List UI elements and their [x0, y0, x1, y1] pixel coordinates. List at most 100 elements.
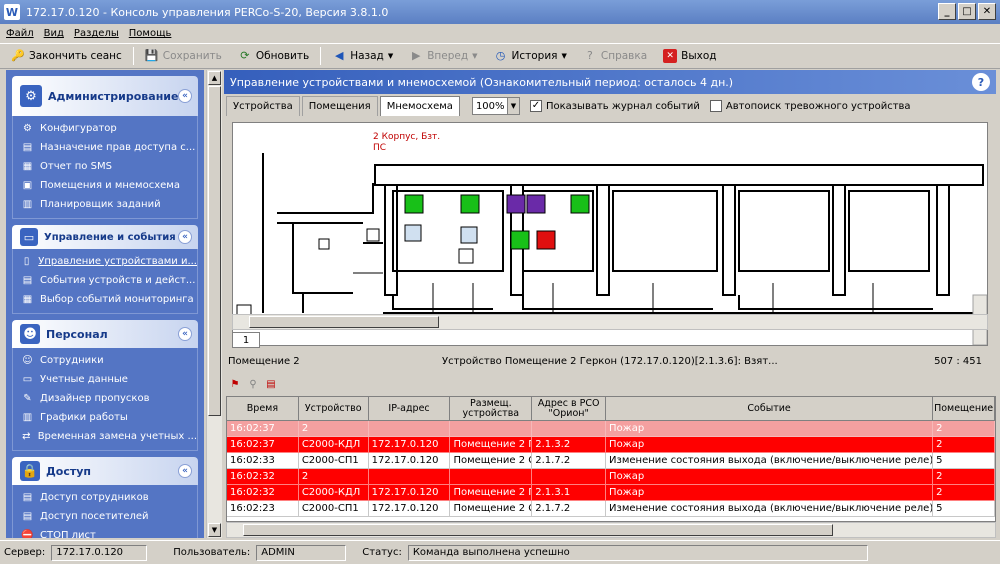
- report-icon: ▦: [22, 161, 33, 172]
- status-label: Статус:: [362, 547, 402, 558]
- column-device[interactable]: Устройство: [298, 397, 369, 421]
- column-ip[interactable]: IP-адрес: [368, 397, 451, 421]
- exit-button[interactable]: ✕ Выход: [658, 47, 721, 65]
- status-bar: Сервер: 172.17.0.120 Пользователь: ADMIN…: [0, 540, 1000, 564]
- table-cell: 2: [298, 421, 369, 437]
- autosearch-checkbox[interactable]: Автопоиск тревожного устройства: [709, 100, 911, 112]
- section-admin-header[interactable]: ⚙ Администрирование «: [12, 76, 198, 116]
- scroll-thumb[interactable]: [249, 316, 439, 328]
- column-location[interactable]: Размещ. устройства: [450, 397, 533, 421]
- sidebar-item-configurator[interactable]: ⚙ Конфигуратор: [13, 119, 197, 138]
- page-tab[interactable]: 1: [232, 332, 260, 348]
- table-row[interactable]: 16:02:37 2 Пожар 2: [227, 421, 995, 437]
- refresh-button[interactable]: ⟳ Обновить: [233, 47, 314, 65]
- tab-mnemo[interactable]: Мнемосхема: [379, 96, 460, 116]
- history-button[interactable]: ◷ История ▼: [489, 47, 572, 65]
- column-event[interactable]: Событие: [606, 397, 934, 421]
- sidebar-item-rooms-mnemo[interactable]: ▣ Помещения и мнемосхема: [13, 176, 197, 195]
- menu-help[interactable]: Помощь: [129, 28, 172, 39]
- scroll-up-icon[interactable]: ▲: [208, 71, 221, 85]
- table-row[interactable]: 16:02:32 2 Пожар 2: [227, 469, 995, 485]
- scroll-down-icon[interactable]: ▼: [208, 523, 221, 537]
- close-button[interactable]: ✕: [978, 3, 996, 20]
- user-label: Пользователь:: [173, 547, 251, 558]
- device-marker-alarm[interactable]: [536, 230, 556, 250]
- sidebar-item-visitor-access[interactable]: ▤ Доступ посетителей: [13, 507, 197, 526]
- maximize-button[interactable]: □: [958, 3, 976, 20]
- column-time[interactable]: Время: [227, 397, 299, 421]
- table-cell: 2.1.3.1: [532, 485, 607, 501]
- sidebar-item-pass-designer[interactable]: ✎ Дизайнер пропусков: [13, 389, 197, 408]
- sidebar-item-device-control[interactable]: ▯ Управление устройствами и...: [13, 252, 197, 271]
- key-icon: 🔑: [11, 49, 25, 62]
- app-icon: W: [4, 4, 20, 20]
- menu-sections[interactable]: Разделы: [74, 28, 119, 39]
- sidebar-item-event-selection[interactable]: ▦ Выбор событий мониторинга: [13, 290, 197, 309]
- section-devices-header[interactable]: ▭ Управление и события «: [12, 225, 198, 249]
- menu-view[interactable]: Вид: [44, 28, 64, 39]
- device-marker-ok[interactable]: [460, 194, 480, 214]
- table-row[interactable]: 16:02:32 С2000-КДЛ 172.17.0.120 Помещение 2…: [227, 485, 995, 501]
- sidebar-item-credentials[interactable]: ▭ Учетные данные: [13, 370, 197, 389]
- title-bar: W 172.17.0.120 - Консоль управления PERC…: [0, 0, 1000, 24]
- column-orion-address[interactable]: Адрес в РСО "Орион": [532, 397, 607, 421]
- device-marker-camera[interactable]: [460, 226, 478, 244]
- sidebar-item-stop-list[interactable]: ⛔ СТОП лист: [13, 526, 197, 538]
- collapse-icon[interactable]: «: [178, 89, 192, 103]
- table-cell: 16:02:32: [227, 485, 299, 501]
- toolbar-separator: [320, 47, 322, 65]
- device-marker-ok[interactable]: [510, 230, 530, 250]
- sidebar-item-employee-access[interactable]: ▤ Доступ сотрудников: [13, 488, 197, 507]
- sidebar-item-device-events[interactable]: ▤ События устройств и дейст...: [13, 271, 197, 290]
- sidebar-item-scheduler[interactable]: ▥ Планировщик заданий: [13, 195, 197, 214]
- device-marker-ok[interactable]: [570, 194, 590, 214]
- flag-icon[interactable]: ⚑: [228, 378, 242, 392]
- table-row[interactable]: 16:02:33 С2000-СП1 172.17.0.120 Помещение 2…: [227, 453, 995, 469]
- sidebar-scrollbar[interactable]: ▲ ▼: [206, 70, 222, 538]
- device-marker-camera[interactable]: [404, 224, 422, 242]
- table-cell: 172.17.0.120: [368, 437, 451, 453]
- export-icon[interactable]: ▤: [264, 378, 278, 392]
- filter-icon[interactable]: ⚲: [246, 378, 260, 392]
- table-cell: [532, 469, 607, 485]
- help-icon[interactable]: ?: [972, 73, 990, 91]
- table-row[interactable]: 16:02:37 С2000-КДЛ 172.17.0.120 Помещение 2…: [227, 437, 995, 453]
- show-log-checkbox[interactable]: ✓ Показывать журнал событий: [529, 100, 700, 112]
- minimize-button[interactable]: _: [938, 3, 956, 20]
- sidebar-item-employees[interactable]: ☺ Сотрудники: [13, 351, 197, 370]
- column-room[interactable]: Помещение: [933, 397, 995, 421]
- sidebar-item-sms-report[interactable]: ▦ Отчет по SMS: [13, 157, 197, 176]
- menu-file[interactable]: Файл: [6, 28, 34, 39]
- scroll-thumb[interactable]: [208, 86, 221, 416]
- scroll-thumb[interactable]: [243, 524, 833, 536]
- tab-rooms[interactable]: Помещения: [301, 96, 378, 116]
- map-label-ps: ПС: [373, 143, 386, 153]
- section-staff-header[interactable]: ☻ Персонал «: [12, 320, 198, 348]
- device-marker[interactable]: [318, 238, 330, 250]
- help-button[interactable]: ? Справка: [578, 47, 652, 65]
- tab-devices[interactable]: Устройства: [226, 96, 300, 116]
- table-row[interactable]: 16:02:23 С2000-СП1 172.17.0.120 Помещение 2…: [227, 501, 995, 517]
- device-marker-purple[interactable]: [506, 194, 526, 214]
- end-session-button[interactable]: 🔑 Закончить сеанс: [6, 47, 127, 65]
- sidebar-item-temp-replacement[interactable]: ⇄ Временная замена учетных ...: [13, 427, 197, 446]
- table-cell: Помещение 2 Г: [450, 437, 533, 453]
- device-marker-ok[interactable]: [404, 194, 424, 214]
- back-button[interactable]: ◀ Назад ▼: [327, 47, 398, 65]
- floor-plan[interactable]: 2 Корпус, Бзт. ПС: [232, 122, 988, 346]
- save-button[interactable]: 💾 Сохранить: [140, 47, 227, 65]
- forward-button[interactable]: ▶ Вперед ▼: [404, 47, 482, 65]
- section-access-header[interactable]: 🔒 Доступ «: [12, 457, 198, 485]
- map-hscrollbar[interactable]: [232, 314, 988, 330]
- zoom-select[interactable]: 100% ▼: [471, 97, 520, 115]
- collapse-icon[interactable]: «: [178, 464, 192, 478]
- filter-icon: ▦: [22, 294, 33, 305]
- sidebar-item-work-schedules[interactable]: ▥ Графики работы: [13, 408, 197, 427]
- collapse-icon[interactable]: «: [178, 230, 192, 244]
- sidebar-item-access-rights[interactable]: ▤ Назначение прав доступа с...: [13, 138, 197, 157]
- device-marker-purple[interactable]: [526, 194, 546, 214]
- table-hscrollbar[interactable]: [226, 522, 996, 538]
- collapse-icon[interactable]: «: [178, 327, 192, 341]
- device-marker-sensor[interactable]: [458, 248, 474, 264]
- server-value: 172.17.0.120: [51, 544, 148, 561]
